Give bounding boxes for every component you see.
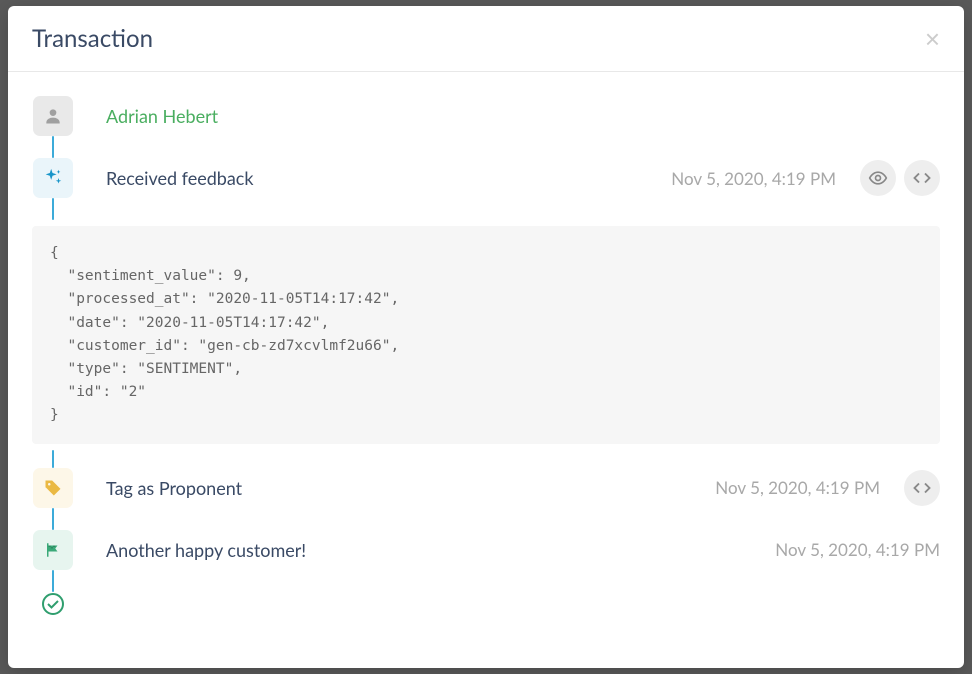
code-button[interactable]: [904, 160, 940, 196]
timeline-item-goal: Another happy customer! Nov 5, 2020, 4:1…: [32, 530, 940, 592]
tag-icon: [33, 468, 73, 508]
timeline-connector: [52, 198, 55, 220]
timeline-connector: [52, 508, 55, 530]
timeline-item-complete: [32, 592, 940, 616]
check-circle-icon: [41, 592, 65, 616]
modal-body: Adrian Hebert Received feedb: [8, 72, 964, 640]
code-icon: [913, 479, 931, 497]
person-icon: [33, 96, 73, 136]
timeline-connector: [52, 570, 55, 592]
sparkle-icon: [33, 158, 73, 198]
event-label: Received feedback: [106, 167, 671, 189]
timeline-connector: [52, 136, 55, 158]
timeline-item-feedback: Received feedback Nov 5, 2020, 4:19 PM: [32, 158, 940, 220]
timeline-item-tag: Tag as Proponent Nov 5, 2020, 4:19 PM: [32, 468, 940, 530]
event-timestamp: Nov 5, 2020, 4:19 PM: [671, 168, 836, 189]
close-icon: ×: [925, 24, 940, 54]
code-button[interactable]: [904, 470, 940, 506]
transaction-modal: Transaction × Adrian Hebert: [8, 6, 964, 668]
event-timestamp: Nov 5, 2020, 4:19 PM: [775, 539, 940, 560]
eye-icon: [868, 168, 888, 188]
customer-name-link[interactable]: Adrian Hebert: [106, 105, 940, 127]
event-label: Another happy customer!: [106, 539, 775, 561]
close-button[interactable]: ×: [925, 26, 940, 52]
event-timestamp: Nov 5, 2020, 4:19 PM: [715, 477, 880, 498]
timeline-item-customer: Adrian Hebert: [32, 96, 940, 158]
timeline-connector: [52, 450, 55, 468]
modal-header: Transaction ×: [8, 6, 964, 72]
timeline: Adrian Hebert Received feedb: [32, 96, 940, 616]
payload-row: { "sentiment_value": 9, "processed_at": …: [32, 226, 940, 444]
view-button[interactable]: [860, 160, 896, 196]
json-payload: { "sentiment_value": 9, "processed_at": …: [32, 226, 940, 444]
flag-icon: [33, 530, 73, 570]
code-icon: [913, 169, 931, 187]
modal-title: Transaction: [32, 24, 153, 53]
event-label: Tag as Proponent: [106, 477, 715, 499]
